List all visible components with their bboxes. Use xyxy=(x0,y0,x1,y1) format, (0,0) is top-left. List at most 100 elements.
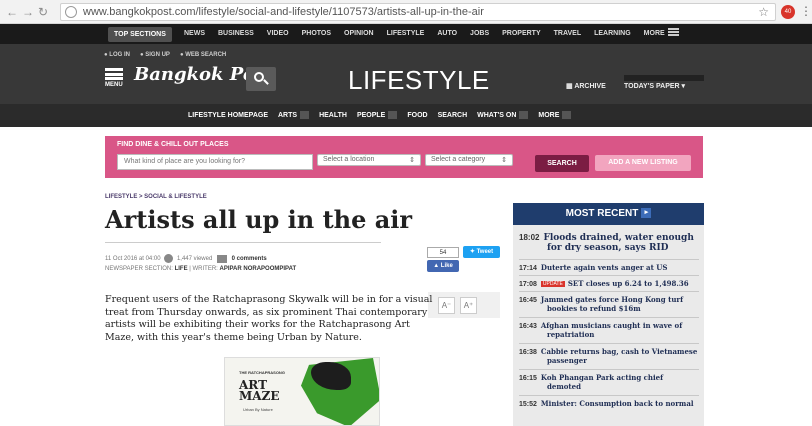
tweet-label: Tweet xyxy=(476,249,494,255)
article-date: 11 Oct 2016 at 04:00 xyxy=(105,256,161,263)
topnav-more-label: MORE xyxy=(643,30,665,37)
news-time: 15:52 xyxy=(519,401,537,408)
page-info-icon[interactable] xyxy=(65,6,77,18)
category-select[interactable]: Select a category ⇕ xyxy=(425,154,513,166)
reload-icon[interactable]: ↻ xyxy=(38,5,48,19)
font-larger-button[interactable]: A⁺ xyxy=(460,297,477,314)
extension-icon[interactable]: 40 xyxy=(781,5,795,19)
title-divider xyxy=(105,242,381,243)
article-title: Artists all up in the air xyxy=(105,205,413,234)
menu-icon xyxy=(105,68,123,80)
writer-label: WRITER: xyxy=(192,266,218,272)
section-nav-item[interactable]: HEALTH xyxy=(319,104,347,127)
update-badge: UPDATE xyxy=(540,281,565,288)
section-nav-item[interactable]: PEOPLE xyxy=(357,104,398,127)
news-divider xyxy=(519,369,699,370)
section-nav-item[interactable]: FOOD xyxy=(407,104,427,127)
url-text[interactable]: www.bangkokpost.com/lifestyle/social-and… xyxy=(83,6,484,18)
menu-button[interactable]: MENU xyxy=(105,68,127,88)
topnav-photos[interactable]: PHOTOS xyxy=(302,24,331,44)
section-title: LIFESTYLE xyxy=(348,65,490,95)
back-arrow-icon[interactable]: ← xyxy=(6,5,18,19)
most-recent-panel: MOST RECENT ▸ 18:02 Floods drained, water … xyxy=(513,203,704,426)
topnav-news[interactable]: NEWS xyxy=(184,24,205,44)
news-headline: SET closes up 6.24 to 1,498.36 xyxy=(567,279,689,288)
news-item[interactable]: 17:14 Duterte again vents anger at US xyxy=(519,263,701,272)
bookmark-star-icon[interactable]: ☆ xyxy=(758,5,769,19)
tweet-button[interactable]: ✦ Tweet xyxy=(463,246,500,258)
add-listing-button[interactable]: ADD A NEW LISTING xyxy=(595,155,691,171)
font-size-controls: A⁻ A⁺ xyxy=(428,292,500,318)
news-divider xyxy=(519,317,699,318)
finder-title: FIND DINE & CHILL OUT PLACES xyxy=(117,141,229,148)
archive-label: ARCHIVE xyxy=(574,83,606,90)
place-finder: FIND DINE & CHILL OUT PLACES What kind o… xyxy=(105,136,703,178)
websearch-label: WEB SEARCH xyxy=(185,52,227,58)
breadcrumb[interactable]: LIFESTYLE > SOCIAL & LIFESTYLE xyxy=(105,194,207,200)
news-headline-cont: passenger xyxy=(547,356,587,365)
search-icon-handle xyxy=(263,79,269,85)
news-item[interactable]: 16:45 Jammed gates force Hong Kong turf bo… xyxy=(519,295,701,313)
topnav-learning[interactable]: LEARNING xyxy=(594,24,631,44)
todays-paper-link[interactable]: TODAY'S PAPER ▾ xyxy=(624,82,685,90)
section-nav-label: ARTS xyxy=(278,112,298,119)
article-image[interactable]: THE RATCHAPRASONG ART MAZE Urban By Natur… xyxy=(224,357,380,426)
signup-link[interactable]: ● SIGN UP xyxy=(140,52,170,58)
topnav-auto[interactable]: AUTO xyxy=(437,24,457,44)
dropdown-icon[interactable] xyxy=(519,111,529,120)
poster-title-2: MAZE xyxy=(239,389,280,403)
comments-link[interactable]: 0 comments xyxy=(232,256,267,262)
chevron-right-icon: ▸ xyxy=(641,208,652,219)
location-select[interactable]: Select a location ⇕ xyxy=(317,154,421,166)
websearch-link[interactable]: ● WEB SEARCH xyxy=(180,52,226,58)
top-nav: NEWS BUSINESS VIDEO PHOTOS OPINION LIFES… xyxy=(184,24,679,44)
address-bar[interactable]: www.bangkokpost.com/lifestyle/social-and… xyxy=(60,3,776,21)
facebook-like-button[interactable]: ▲ Like xyxy=(427,260,459,272)
font-smaller-button[interactable]: A⁻ xyxy=(438,297,455,314)
like-count: 54 xyxy=(427,247,459,258)
news-time: 16:43 xyxy=(519,323,537,330)
section-nav-item[interactable]: SEARCH xyxy=(438,104,468,127)
section-nav-item[interactable]: MORE xyxy=(538,104,572,127)
topnav-more[interactable]: MORE xyxy=(644,24,679,44)
most-recent-header[interactable]: MOST RECENT ▸ xyxy=(513,203,704,225)
news-item[interactable]: 17:08 UPDATE SET closes up 6.24 to 1,498.3… xyxy=(519,279,701,288)
dropdown-icon[interactable] xyxy=(388,111,398,120)
topnav-video[interactable]: VIDEO xyxy=(267,24,289,44)
section-nav-label: LIFESTYLE HOMEPAGE xyxy=(188,112,268,119)
account-links: ● LOG IN ● SIGN UP ● WEB SEARCH xyxy=(104,52,226,58)
place-search-input[interactable]: What kind of place are you looking for? xyxy=(117,154,313,170)
browser-menu-icon[interactable]: ⋮ xyxy=(800,4,812,18)
news-item[interactable]: 16:38 Cabbie returns bag, cash to Vietnam… xyxy=(519,347,701,365)
news-divider xyxy=(519,343,699,344)
section-nav-item[interactable]: ARTS xyxy=(278,104,310,127)
topnav-business[interactable]: BUSINESS xyxy=(218,24,254,44)
news-headline: Cabbie returns bag, cash to Vietnamese xyxy=(540,347,698,356)
news-divider xyxy=(519,275,699,276)
topnav-jobs[interactable]: JOBS xyxy=(470,24,489,44)
archive-link[interactable]: ▦ ARCHIVE xyxy=(566,82,606,90)
top-sections-button[interactable]: TOP SECTIONS xyxy=(108,27,172,42)
section-nav-item[interactable]: LIFESTYLE HOMEPAGE xyxy=(188,104,268,127)
news-divider xyxy=(519,395,699,396)
topnav-lifestyle[interactable]: LIFESTYLE xyxy=(387,24,425,44)
topnav-travel[interactable]: TRAVEL xyxy=(554,24,581,44)
section-nav-item[interactable]: WHAT'S ON xyxy=(477,104,529,127)
news-item[interactable]: 18:02 Floods drained, water enough for dry… xyxy=(519,233,701,253)
login-link[interactable]: ● LOG IN xyxy=(104,52,130,58)
news-headline: Floods drained, water enough xyxy=(543,233,694,243)
topnav-opinion[interactable]: OPINION xyxy=(344,24,374,44)
dropdown-icon[interactable] xyxy=(562,111,572,120)
todays-paper-thumbnail[interactable] xyxy=(624,75,704,81)
search-button[interactable] xyxy=(246,67,276,91)
hamburger-icon xyxy=(667,28,679,36)
news-item[interactable]: 16:43 Afghan musicians caught in wave of r… xyxy=(519,321,701,339)
finder-search-button[interactable]: SEARCH xyxy=(535,155,589,172)
topnav-property[interactable]: PROPERTY xyxy=(502,24,541,44)
news-headline: Minister: Consumption back to normal xyxy=(540,399,694,408)
forward-arrow-icon[interactable]: → xyxy=(22,5,34,19)
news-item[interactable]: 15:52 Minister: Consumption back to norma… xyxy=(519,399,701,408)
dropdown-icon[interactable] xyxy=(300,111,310,120)
like-label: Like xyxy=(440,263,453,269)
news-item[interactable]: 16:15 Koh Phangan Park acting chief demote… xyxy=(519,373,701,391)
